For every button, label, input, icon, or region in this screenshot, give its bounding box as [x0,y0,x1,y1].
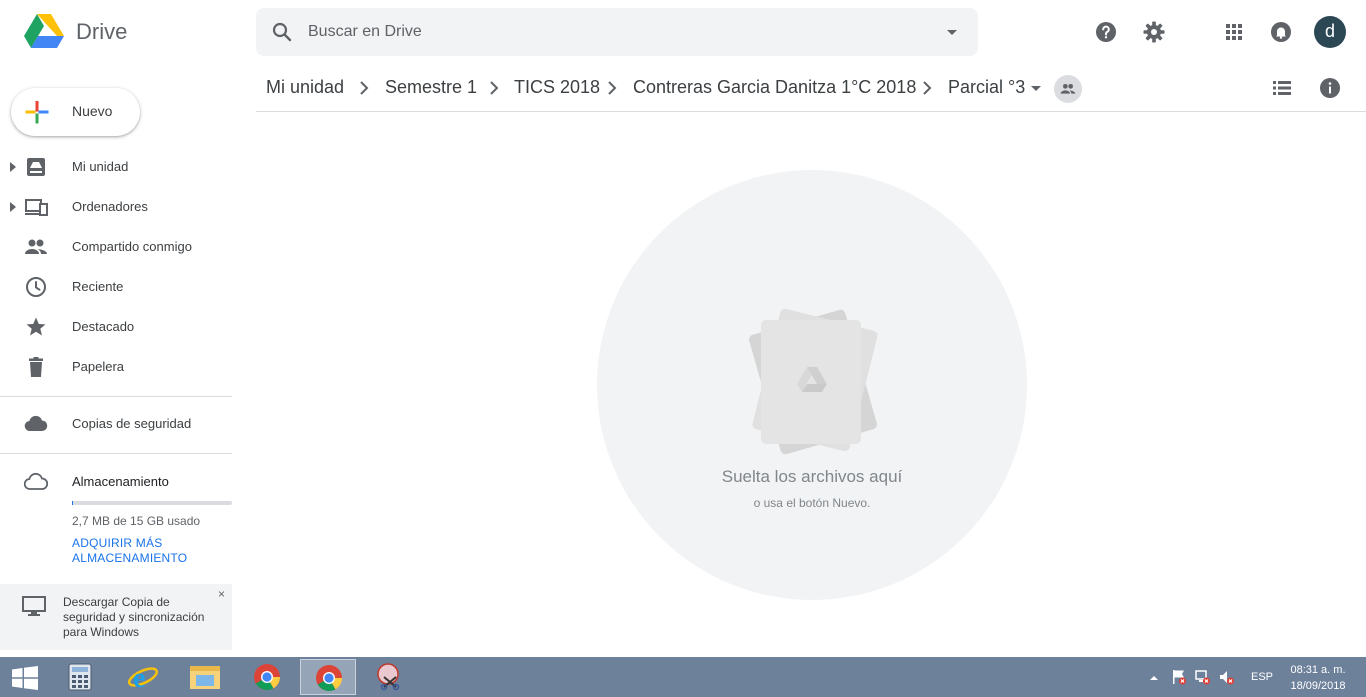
list-view-icon[interactable] [1270,76,1294,100]
info-icon[interactable] [1318,76,1342,100]
breadcrumb-item[interactable]: Contreras Garcia Danitza 1°C 2018 [633,77,916,98]
search-input[interactable] [308,20,908,44]
action-center-flag-icon[interactable] [1171,669,1187,685]
computers-icon [25,199,48,216]
snipping-tool-icon [377,663,400,691]
close-icon[interactable]: × [218,587,225,601]
chevron-right-icon [608,81,617,95]
folder-menu-dropdown-icon[interactable] [1028,79,1044,97]
storage-usage-bar [72,501,232,505]
chevron-right-icon [923,81,932,95]
show-hidden-icons-arrow-icon[interactable] [1148,673,1160,683]
account-avatar[interactable]: d [1314,16,1346,48]
search-bar[interactable] [256,8,978,56]
cloud-outline-icon [24,472,48,490]
sidebar-item-computers[interactable]: Ordenadores [0,187,232,227]
sidebar-item-label: Ordenadores [72,199,148,214]
trash-icon [29,357,43,377]
network-icon[interactable] [1195,669,1211,685]
shared-people-icon [1060,84,1076,94]
taskbar-internet-explorer[interactable]: e [115,659,171,695]
apps-grid-icon[interactable] [1222,20,1246,44]
chevron-right-icon [360,81,369,95]
expand-arrow-icon[interactable] [8,201,18,213]
search-icon[interactable] [270,20,294,44]
sidebar-item-trash[interactable]: Papelera [0,347,232,387]
input-language[interactable]: ESP [1251,671,1273,683]
new-button-label: Nuevo [72,103,113,119]
chevron-right-icon [490,81,499,95]
sidebar-item-label: Compartido conmigo [72,239,192,254]
taskbar-chrome-active[interactable] [300,659,356,695]
cloud-icon [24,415,48,432]
breadcrumb-item[interactable]: Mi unidad [266,77,344,98]
clock-date: 18/09/2018 [1290,680,1346,692]
system-clock[interactable]: 08:31 a. m. 18/09/2018 [1280,662,1356,694]
internet-explorer-icon: e [127,663,159,692]
drive-logo-icon[interactable] [24,14,64,50]
sidebar-divider [0,453,232,454]
buy-storage-link[interactable]: ADQUIRIR MÁS ALMACENAMIENTO [72,536,222,566]
search-options-dropdown-icon[interactable] [940,20,964,44]
breadcrumb: Mi unidad Semestre 1 TICS 2018 Contreras… [256,64,1366,112]
drop-zone[interactable]: Suelta los archivos aquí o usa el botón … [597,170,1027,600]
help-icon[interactable] [1094,20,1118,44]
star-icon [26,317,46,336]
shared-people-icon [25,239,47,254]
shared-folder-badge[interactable] [1054,75,1082,103]
sidebar-item-label: Papelera [72,359,125,374]
plus-icon [25,101,49,124]
backup-sync-promo: Descargar Copia de seguridad y sincroniz… [0,584,232,650]
chrome-icon [316,665,343,692]
breadcrumb-item[interactable]: Semestre 1 [385,77,477,98]
new-button[interactable]: Nuevo [11,88,140,136]
promo-text[interactable]: Descargar Copia de seguridad y sincroniz… [63,595,223,640]
top-bar: Drive Buscar en Drive d [0,0,1366,64]
storage-used-text: 2,7 MB de 15 GB usado [72,514,201,528]
clock-time: 08:31 a. m. [1290,664,1346,676]
sidebar-item-storage[interactable]: Almacenamiento [0,462,232,502]
windows-logo-icon [12,666,38,690]
empty-folder-illustration [749,308,878,455]
sidebar-item-label: Copias de seguridad [72,416,192,431]
drive-app: Drive Buscar en Drive d Nuevo Mi unidad … [0,0,1366,657]
sidebar-item-backups[interactable]: Copias de seguridad [0,404,232,444]
app-name: Drive [76,19,128,44]
sidebar-item-label: Mi unidad [72,159,129,174]
clock-icon [26,277,46,297]
taskbar-calculator[interactable] [52,659,108,695]
notifications-bell-icon[interactable] [1269,20,1293,44]
taskbar-file-explorer[interactable] [177,659,233,695]
sidebar-item-starred[interactable]: Destacado [0,307,232,347]
breadcrumb-item[interactable]: TICS 2018 [514,77,600,98]
desktop-monitor-icon [22,596,46,616]
empty-state-subtitle: o usa el botón Nuevo. [753,496,871,510]
expand-arrow-icon[interactable] [8,161,18,173]
sidebar: Nuevo Mi unidad Ordenadores Compartido c… [0,64,232,657]
calculator-icon [68,663,92,691]
empty-state-title: Suelta los archivos aquí [721,467,903,486]
sidebar-item-shared-with-me[interactable]: Compartido conmigo [0,227,232,267]
svg-text:e: e [133,663,145,692]
sidebar-item-label: Almacenamiento [72,474,169,489]
my-drive-icon [27,158,45,176]
settings-gear-icon[interactable] [1142,20,1166,44]
storage-usage-fill [72,501,73,505]
breadcrumb-current-folder[interactable]: Parcial °3 [948,77,1025,98]
taskbar-chrome[interactable] [239,659,295,695]
sidebar-item-label: Reciente [72,279,124,294]
start-button[interactable] [0,659,56,695]
taskbar-snipping-tool[interactable] [362,659,418,695]
sidebar-item-label: Destacado [72,319,135,334]
volume-muted-icon[interactable] [1219,669,1235,685]
sidebar-item-recent[interactable]: Reciente [0,267,232,307]
chrome-icon [254,664,281,691]
sidebar-divider [0,396,232,397]
sidebar-item-my-drive[interactable]: Mi unidad [0,147,232,187]
windows-taskbar: e ESP 08:31 a. m. 18/09/2018 [0,657,1366,697]
folder-icon [190,666,220,689]
